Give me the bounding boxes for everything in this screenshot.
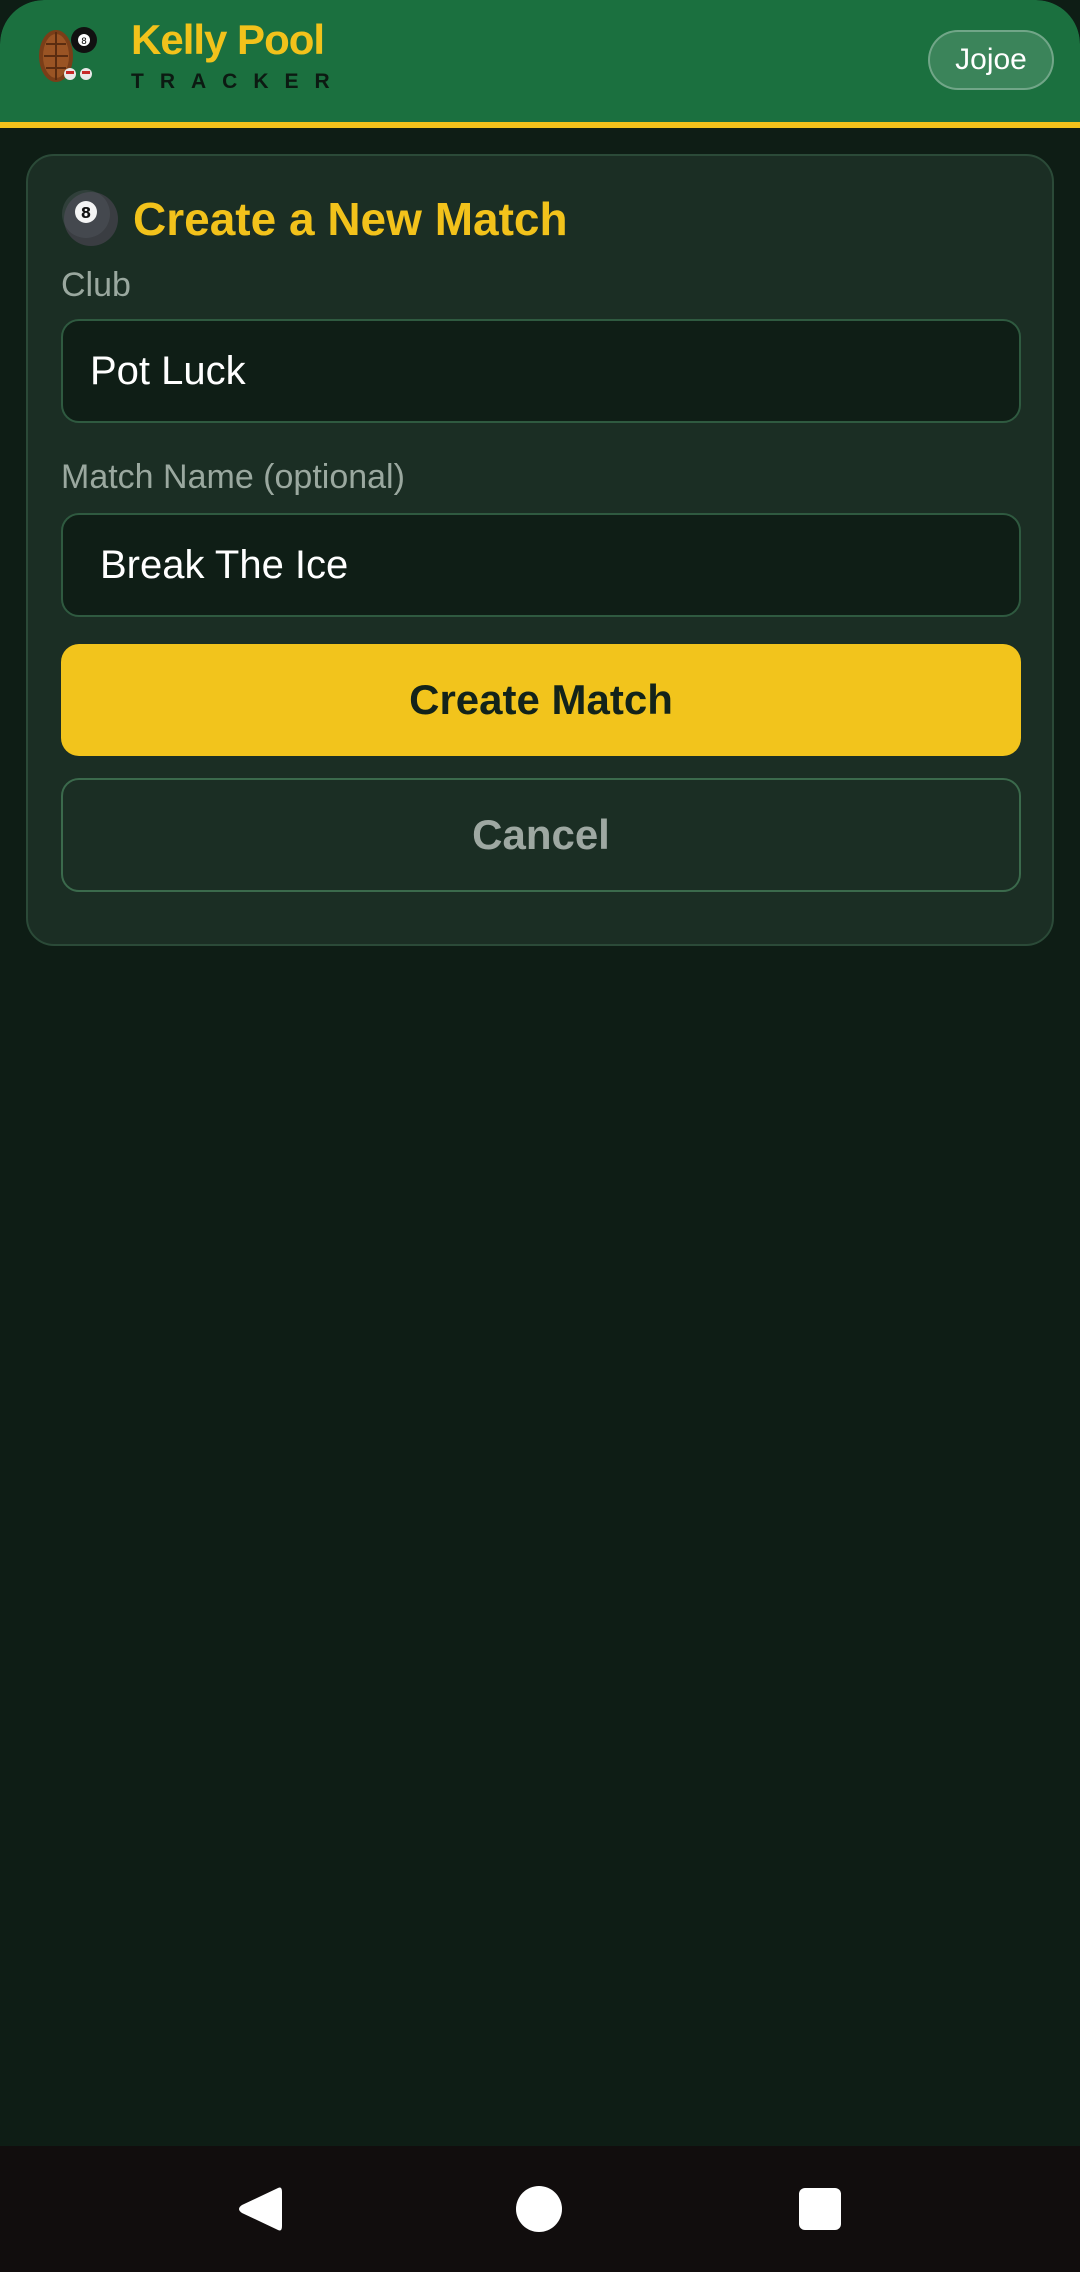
cancel-button[interactable]: Cancel — [61, 778, 1021, 892]
create-match-card: 8 Create a New Match Club Pot Luck Match… — [26, 154, 1054, 946]
recents-icon[interactable] — [799, 2188, 841, 2230]
club-select[interactable]: Pot Luck — [61, 319, 1021, 423]
match-name-label: Match Name (optional) — [61, 458, 405, 496]
brand-subtitle: TRACKER — [131, 70, 346, 93]
app-screen: 8 Kelly Pool TRACKER Jojoe 8 Create a Ne… — [0, 0, 1080, 2272]
header-divider — [0, 122, 1080, 128]
club-label: Club — [61, 266, 131, 304]
home-icon[interactable] — [516, 2186, 562, 2232]
match-name-input[interactable]: Break The Ice — [61, 513, 1021, 617]
system-navbar — [0, 2146, 1080, 2272]
create-match-button[interactable]: Create Match — [61, 644, 1021, 756]
page-title: Create a New Match — [133, 193, 568, 245]
8-ball-icon: 8 — [62, 190, 118, 246]
svg-text:8: 8 — [81, 37, 87, 47]
brand-title: Kelly Pool — [131, 16, 325, 63]
user-menu-button[interactable]: Jojoe — [928, 30, 1054, 90]
app-header: 8 Kelly Pool TRACKER Jojoe — [0, 0, 1080, 122]
back-icon[interactable] — [236, 2184, 282, 2234]
logo-icon: 8 — [39, 27, 97, 82]
svg-text:8: 8 — [81, 204, 91, 222]
